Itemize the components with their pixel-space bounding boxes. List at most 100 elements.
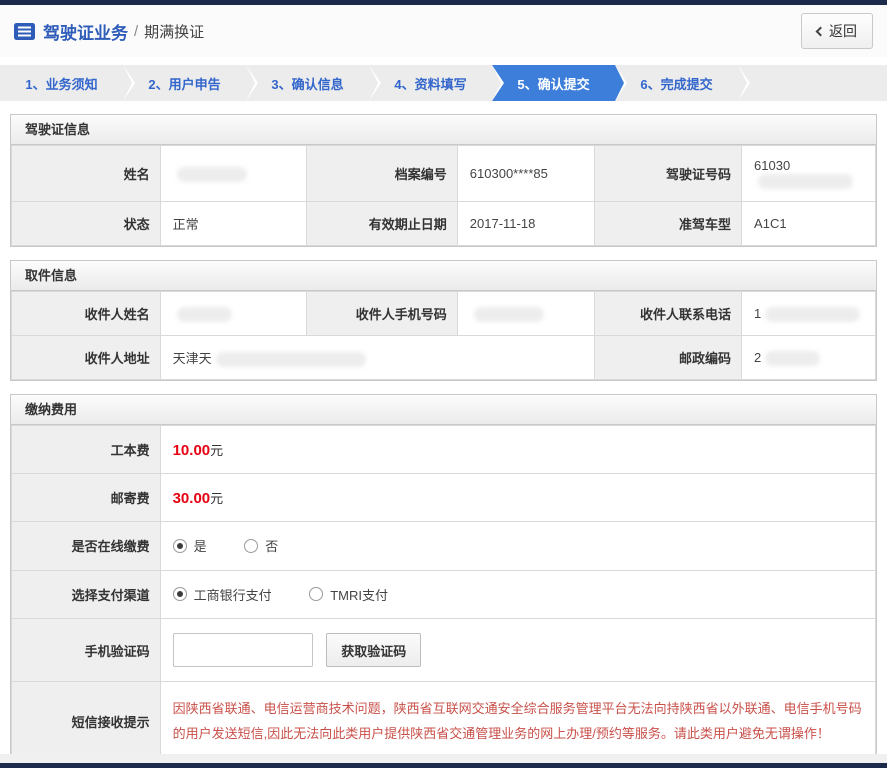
page: 驾驶证业务 / 期满换证 返回 1、业务须知 2、用户申告 3、确认信息 4、资… <box>0 0 887 768</box>
bottom-strip <box>0 754 887 763</box>
field-value: 2017-11-18 <box>456 201 596 247</box>
field-value <box>456 291 596 337</box>
field-label: 有效期止日期 <box>306 201 458 247</box>
table-row: 短信接收提示 因陕西省联通、电信运营商技术问题，陕西省互联网交通安全综合服务管理… <box>11 681 877 762</box>
pickup-info-table: 收件人姓名 收件人手机号码 收件人联系电话 1 收件人地址 天津天 邮政编码 2 <box>11 291 876 381</box>
radio-checked-icon <box>172 587 187 602</box>
step-item-2[interactable]: 2、用户申告 <box>123 65 258 101</box>
field-value: 天津天 <box>159 335 596 381</box>
field-label: 收件人地址 <box>11 335 161 381</box>
field-label: 短信接收提示 <box>11 681 161 762</box>
step-item-5-active[interactable]: 5、确认提交 <box>492 65 627 101</box>
field-value: 10.00元 <box>159 425 877 475</box>
field-value: A1C1 <box>741 201 876 247</box>
step-item-1[interactable]: 1、业务须知 <box>0 65 135 101</box>
step-label: 5、确认提交 <box>517 76 590 92</box>
field-label: 收件人姓名 <box>11 291 161 337</box>
page-subtitle: 期满换证 <box>144 23 205 41</box>
list-icon <box>14 22 35 40</box>
table-row: 邮寄费 30.00元 <box>11 473 877 523</box>
field-label: 邮寄费 <box>11 473 161 523</box>
step-item-4[interactable]: 4、资料填写 <box>369 65 504 101</box>
radio-label: TMRI支付 <box>330 587 389 603</box>
field-value: 610300****85 <box>456 144 596 203</box>
mailing-fee-amount: 30.00 <box>172 490 211 508</box>
radio-option-icbc-pay[interactable]: 工商银行支付 <box>172 585 272 604</box>
fee-unit: 元 <box>210 443 224 459</box>
field-value-text: 天津天 <box>172 351 212 367</box>
step-label: 3、确认信息 <box>271 76 344 92</box>
online-payment-radio-group: 是 否 <box>159 521 877 571</box>
step-label: 6、完成提交 <box>640 76 713 92</box>
table-row: 姓名 档案编号 610300****85 驾驶证号码 61030 <box>11 144 876 203</box>
step-label: 4、资料填写 <box>394 76 467 92</box>
section-pickup-info: 取件信息 收件人姓名 收件人手机号码 收件人联系电话 1 收件人地址 天津天 邮… <box>10 260 877 382</box>
sms-code-row: 获取验证码 <box>159 618 877 683</box>
field-value: 正常 <box>159 201 308 247</box>
radio-option-pay-online-no[interactable]: 否 <box>244 536 278 555</box>
field-label: 手机验证码 <box>11 618 161 683</box>
step-label: 1、业务须知 <box>25 76 98 92</box>
step-item-3[interactable]: 3、确认信息 <box>246 65 381 101</box>
radio-checked-icon <box>172 538 187 553</box>
redacted-value <box>215 352 366 368</box>
back-button[interactable]: 返回 <box>801 13 873 49</box>
production-fee-amount: 10.00 <box>172 442 211 460</box>
back-button-label: 返回 <box>829 23 857 39</box>
step-wizard-filler <box>738 65 887 101</box>
field-value: 30.00元 <box>159 473 877 523</box>
table-row: 收件人地址 天津天 邮政编码 2 <box>11 335 876 381</box>
chevron-left-icon <box>815 26 826 36</box>
section-title: 缴纳费用 <box>11 395 876 426</box>
field-label: 姓名 <box>11 144 161 203</box>
section-fees: 缴纳费用 工本费 10.00元 邮寄费 30.00元 是否在线缴费 是 否 选择… <box>10 394 877 763</box>
radio-unchecked-icon <box>309 587 324 602</box>
step-wizard: 1、业务须知 2、用户申告 3、确认信息 4、资料填写 5、确认提交 6、完成提… <box>0 65 887 101</box>
redacted-value <box>765 306 861 322</box>
field-value <box>159 144 308 203</box>
table-row: 选择支付渠道 工商银行支付 TMRI支付 <box>11 569 877 620</box>
sms-notice-cell: 因陕西省联通、电信运营商技术问题，陕西省互联网交通安全综合服务管理平台无法向持陕… <box>159 681 877 762</box>
get-code-button[interactable]: 获取验证码 <box>326 633 422 668</box>
field-value-text: 2 <box>754 349 762 365</box>
sms-code-input[interactable] <box>172 633 313 668</box>
breadcrumb-separator: / <box>134 22 139 40</box>
redacted-value <box>758 174 854 190</box>
field-value-text: 61030 <box>754 158 791 173</box>
step-label: 2、用户申告 <box>148 76 221 92</box>
section-license-info: 驾驶证信息 姓名 档案编号 610300****85 驾驶证号码 61030 状… <box>10 114 877 248</box>
license-info-table: 姓名 档案编号 610300****85 驾驶证号码 61030 状态 正常 有… <box>11 144 876 247</box>
redacted-value <box>176 306 232 322</box>
field-label: 是否在线缴费 <box>11 521 161 571</box>
main-content: 驾驶证信息 姓名 档案编号 610300****85 驾驶证号码 61030 状… <box>0 114 887 768</box>
field-value: 2 <box>741 335 876 381</box>
field-label: 收件人联系电话 <box>594 291 743 337</box>
fees-table: 工本费 10.00元 邮寄费 30.00元 是否在线缴费 是 否 选择支付渠道 <box>11 425 877 762</box>
table-row: 是否在线缴费 是 否 <box>11 521 877 571</box>
field-value <box>159 291 308 337</box>
section-title: 驾驶证信息 <box>11 115 876 145</box>
payment-channel-radio-group: 工商银行支付 TMRI支付 <box>159 569 877 620</box>
table-row: 状态 正常 有效期止日期 2017-11-18 准驾车型 A1C1 <box>11 201 876 247</box>
table-row: 手机验证码 获取验证码 <box>11 618 877 683</box>
step-item-6[interactable]: 6、完成提交 <box>615 65 750 101</box>
field-label: 收件人手机号码 <box>306 291 458 337</box>
radio-label: 工商银行支付 <box>193 587 272 603</box>
field-value-text: 1 <box>754 305 762 321</box>
radio-option-pay-online-yes[interactable]: 是 <box>172 536 207 555</box>
bottom-accent-bar <box>0 763 887 768</box>
table-row: 收件人姓名 收件人手机号码 收件人联系电话 1 <box>11 291 876 337</box>
fee-unit: 元 <box>210 491 224 507</box>
field-value: 61030 <box>741 144 876 203</box>
header: 驾驶证业务 / 期满换证 返回 <box>0 5 887 57</box>
field-label: 准驾车型 <box>594 201 743 247</box>
table-row: 工本费 10.00元 <box>11 425 877 475</box>
field-label: 工本费 <box>11 425 161 475</box>
redacted-value <box>473 306 544 322</box>
sms-notice-text: 因陕西省联通、电信运营商技术问题，陕西省互联网交通安全综合服务管理平台无法向持陕… <box>172 701 862 742</box>
radio-option-tmri-pay[interactable]: TMRI支付 <box>309 585 388 604</box>
radio-label: 是 <box>193 539 207 555</box>
field-label: 状态 <box>11 201 161 247</box>
field-label: 选择支付渠道 <box>11 569 161 620</box>
radio-unchecked-icon <box>244 538 259 553</box>
